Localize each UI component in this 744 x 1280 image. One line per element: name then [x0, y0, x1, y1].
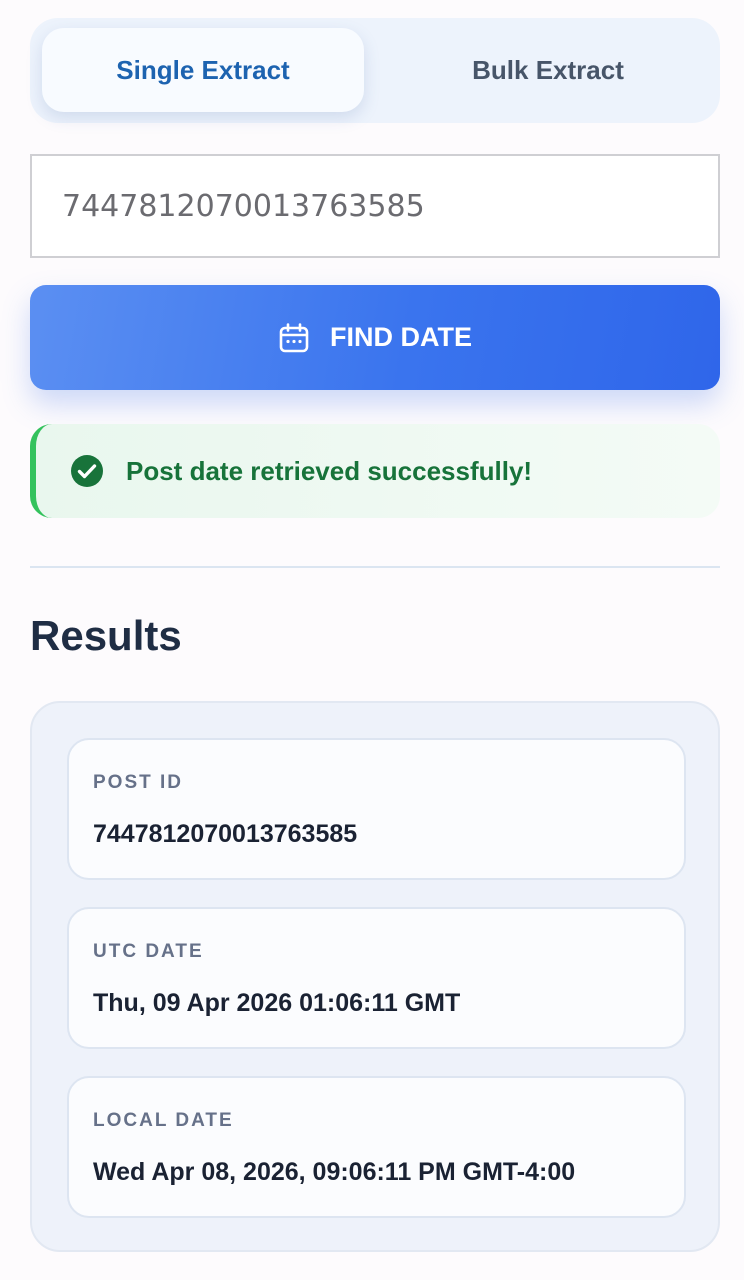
- local-date-card: LOCAL DATE Wed Apr 08, 2026, 09:06:11 PM…: [67, 1076, 686, 1218]
- success-alert: Post date retrieved successfully!: [30, 424, 720, 518]
- results-panel: POST ID 7447812070013763585 UTC DATE Thu…: [30, 701, 720, 1252]
- section-divider: [30, 566, 720, 568]
- post-id-input[interactable]: [30, 154, 720, 258]
- card-label: UTC DATE: [93, 941, 204, 962]
- post-id-card: POST ID 7447812070013763585: [67, 738, 686, 880]
- calendar-icon: [278, 322, 310, 354]
- check-circle-icon: [70, 454, 104, 488]
- extract-mode-tabs: Single Extract Bulk Extract: [30, 18, 720, 123]
- card-value: Wed Apr 08, 2026, 09:06:11 PM GMT-4:00: [93, 1158, 576, 1186]
- find-date-button[interactable]: FIND DATE: [30, 285, 720, 390]
- tab-bulk-extract[interactable]: Bulk Extract: [390, 28, 706, 112]
- find-date-label: FIND DATE: [330, 322, 472, 352]
- page: Single Extract Bulk Extract FIND DATE Po…: [0, 0, 744, 1280]
- utc-date-card: UTC DATE Thu, 09 Apr 2026 01:06:11 GMT: [67, 907, 686, 1049]
- results-heading: Results: [30, 612, 182, 659]
- card-label: LOCAL DATE: [93, 1110, 234, 1131]
- card-value: 7447812070013763585: [93, 820, 358, 848]
- card-value: Thu, 09 Apr 2026 01:06:11 GMT: [93, 989, 461, 1017]
- card-label: POST ID: [93, 772, 184, 793]
- tab-single-extract[interactable]: Single Extract: [42, 28, 364, 112]
- alert-message: Post date retrieved successfully!: [126, 455, 533, 486]
